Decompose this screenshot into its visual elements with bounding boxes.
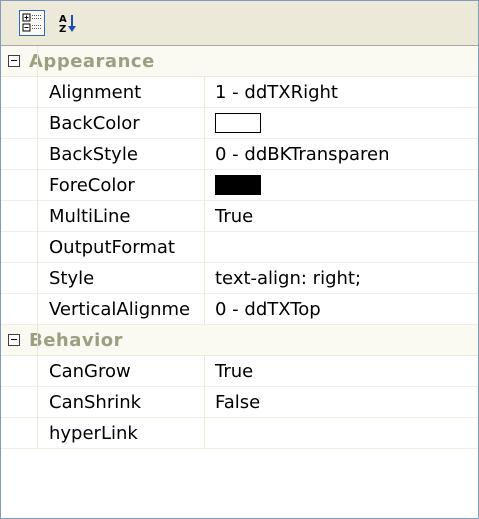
categorized-icon [22, 13, 41, 32]
property-row-outputformat[interactable]: OutputFormat [1, 232, 478, 263]
property-value[interactable] [205, 232, 478, 262]
property-value[interactable]: True [205, 201, 478, 231]
property-value[interactable]: 1 - ddTXRight [205, 77, 478, 107]
property-name: hyperLink [37, 418, 205, 448]
svg-text:Z: Z [59, 24, 66, 34]
property-value[interactable] [205, 170, 478, 200]
category-label: Behavior [29, 329, 124, 351]
property-row-style[interactable]: Style text-align: right; [1, 263, 478, 294]
property-row-forecolor[interactable]: ForeColor [1, 170, 478, 201]
property-row-canshrink[interactable]: CanShrink False [1, 387, 478, 418]
property-name: Style [37, 263, 205, 293]
property-row-backstyle[interactable]: BackStyle 0 - ddBKTransparen [1, 139, 478, 170]
alphabetical-sort-icon: A Z [59, 14, 76, 34]
property-row-cangrow[interactable]: CanGrow True [1, 356, 478, 387]
property-value[interactable]: 0 - ddBKTransparen [205, 139, 478, 169]
property-grid-toolbar: A Z [1, 1, 478, 46]
collapse-icon[interactable] [8, 334, 20, 346]
property-name: OutputFormat [37, 232, 205, 262]
property-name: BackStyle [37, 139, 205, 169]
property-name: Alignment [37, 77, 205, 107]
collapse-icon[interactable] [8, 55, 20, 67]
categorized-view-button[interactable] [19, 10, 45, 36]
property-name: CanShrink [37, 387, 205, 417]
property-grid-window: A Z Appearance Alignment 1 - ddTXRight B… [0, 0, 479, 519]
category-behavior[interactable]: Behavior [1, 325, 478, 356]
property-value[interactable] [205, 108, 478, 138]
alphabetical-view-button[interactable]: A Z [55, 10, 81, 36]
category-appearance[interactable]: Appearance [1, 46, 478, 77]
property-row-backcolor[interactable]: BackColor [1, 108, 478, 139]
property-row-alignment[interactable]: Alignment 1 - ddTXRight [1, 77, 478, 108]
property-name: BackColor [37, 108, 205, 138]
property-name: CanGrow [37, 356, 205, 386]
property-value[interactable]: False [205, 387, 478, 417]
property-grid: Appearance Alignment 1 - ddTXRight BackC… [1, 46, 478, 449]
property-name: MultiLine [37, 201, 205, 231]
property-name: ForeColor [37, 170, 205, 200]
property-row-multiline[interactable]: MultiLine True [1, 201, 478, 232]
property-value[interactable]: text-align: right; [205, 263, 478, 293]
property-value[interactable] [205, 418, 478, 448]
property-value[interactable]: True [205, 356, 478, 386]
property-row-verticalalignment[interactable]: VerticalAlignme 0 - ddTXTop [1, 294, 478, 325]
property-value[interactable]: 0 - ddTXTop [205, 294, 478, 324]
color-swatch [215, 113, 261, 133]
color-swatch [215, 175, 261, 195]
property-name: VerticalAlignme [37, 294, 205, 324]
category-label: Appearance [29, 50, 155, 72]
property-row-hyperlink[interactable]: hyperLink [1, 418, 478, 449]
